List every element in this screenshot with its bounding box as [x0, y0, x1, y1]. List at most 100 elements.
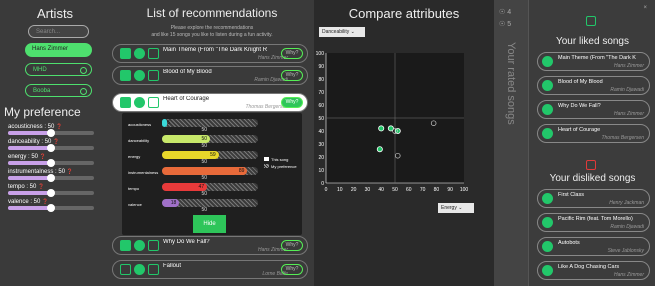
thumbs-down-icon[interactable]: [148, 70, 159, 81]
y-tick-label: 80: [318, 77, 324, 83]
x-tick-label: 40: [378, 187, 384, 193]
play-icon[interactable]: [542, 193, 553, 204]
like-count: ☉ 4: [499, 9, 512, 16]
slider-knob[interactable]: [47, 189, 55, 197]
attribute-bar: 18 50: [162, 199, 258, 213]
info-icon[interactable]: ❓: [56, 124, 62, 130]
recommendation-item[interactable]: Blood of My Blood Ramin Djawadi Why?: [112, 66, 308, 85]
play-icon[interactable]: [542, 80, 553, 91]
attribute-label: instrumentalness: [128, 170, 159, 175]
x-attribute-select[interactable]: Danceability ⌄: [319, 27, 365, 37]
preference-slider[interactable]: instrumentalness : 50 ❓: [8, 169, 102, 182]
why-button[interactable]: Why?: [281, 70, 303, 81]
play-icon[interactable]: [542, 128, 553, 139]
recommendation-item[interactable]: Why Do We Fall? Hans Zimmer Why?: [112, 236, 308, 255]
liked-song[interactable]: Blood of My Blood Ramin Djawadi: [537, 76, 650, 95]
close-icon[interactable]: ×: [643, 5, 647, 11]
attribute-label: tempo: [128, 186, 140, 191]
thumbs-up-icon[interactable]: [120, 70, 131, 81]
slider-knob[interactable]: [47, 159, 55, 167]
liked-song[interactable]: Why Do We Fall? Hans Zimmer: [537, 100, 650, 119]
recommendation-item[interactable]: Heart of Courage Thomas Bergersen Why?: [112, 93, 308, 112]
y-attribute-select[interactable]: Energy ⌄: [438, 203, 474, 213]
y-tick-label: 70: [318, 90, 324, 96]
x-tick-label: 20: [351, 187, 357, 193]
info-icon[interactable]: ❓: [40, 154, 46, 160]
info-icon[interactable]: ❓: [67, 169, 73, 175]
recommendation-item[interactable]: Fallout Lorne Balfe Why?: [112, 260, 308, 279]
chevron-down-icon: ⌄: [458, 205, 463, 211]
slider-knob[interactable]: [47, 204, 55, 212]
thumbs-up-icon: [586, 16, 596, 26]
play-icon[interactable]: [542, 265, 553, 276]
preference-slider[interactable]: tempo : 50 ❓: [8, 184, 102, 197]
attribute-bar: 50 50: [162, 135, 258, 149]
x-tick-label: 100: [460, 187, 469, 193]
play-icon[interactable]: [134, 240, 145, 251]
thumbs-down-icon[interactable]: [148, 264, 159, 275]
preference-slider[interactable]: acousticness : 50 ❓: [8, 124, 102, 137]
thumbs-up-icon[interactable]: [120, 240, 131, 251]
info-icon[interactable]: ❓: [53, 139, 59, 145]
liked-title: Your liked songs: [555, 36, 629, 47]
thumbs-down-icon[interactable]: [148, 48, 159, 59]
disliked-song[interactable]: Pacific Rim (feat. Tom Morello) Ramin Dja…: [537, 213, 650, 232]
attribute-bar: 89 50: [162, 167, 258, 181]
play-icon[interactable]: [134, 264, 145, 275]
play-icon[interactable]: [134, 97, 145, 108]
rated-strip[interactable]: ☉ 4 ☉ 5 Your rated songs: [494, 0, 528, 286]
play-icon[interactable]: [542, 217, 553, 228]
liked-song[interactable]: Heart of Courage Thomas Bergersen: [537, 124, 650, 143]
play-icon[interactable]: [542, 104, 553, 115]
preference-slider[interactable]: energy : 50 ❓: [8, 154, 102, 167]
liked-song[interactable]: Main Theme (From "The Dark K Hans Zimmer: [537, 52, 650, 71]
disliked-song[interactable]: First Class Henry Jackman: [537, 189, 650, 208]
play-icon[interactable]: [542, 241, 553, 252]
slider-knob[interactable]: [47, 144, 55, 152]
recommendations-panel: List of recommendations Please explore t…: [110, 0, 314, 286]
y-tick-label: 40: [318, 129, 324, 135]
artist-search-input[interactable]: Search...: [28, 25, 89, 38]
attribute-label: acousticness: [128, 122, 152, 127]
info-icon[interactable]: ❓: [38, 184, 44, 190]
chevron-down-icon: ⌄: [350, 29, 355, 35]
y-tick-label: 50: [318, 116, 324, 122]
attribute-label: valence: [128, 202, 142, 207]
recommendation-item[interactable]: Main Theme (From "The Dark Knight R Hans …: [112, 44, 308, 63]
artist-chip-mhd[interactable]: MHD: [25, 63, 92, 76]
thumbs-up-icon[interactable]: [120, 48, 131, 59]
thumbs-down-icon[interactable]: [148, 97, 159, 108]
thumbs-up-icon[interactable]: [120, 97, 131, 108]
y-tick-label: 100: [316, 51, 325, 57]
dislike-count: ☉ 5: [499, 21, 512, 28]
disliked-song[interactable]: Autobots Steve Jablonsky: [537, 237, 650, 256]
y-tick-label: 10: [318, 168, 324, 174]
why-button[interactable]: Why?: [281, 240, 303, 251]
why-button[interactable]: Why?: [281, 48, 303, 59]
compare-title: Compare attributes: [348, 6, 460, 21]
attribute-label: danceability: [128, 138, 150, 143]
play-icon[interactable]: [134, 70, 145, 81]
slider-knob[interactable]: [47, 129, 55, 137]
hide-button[interactable]: Hide: [193, 215, 226, 233]
y-tick-label: 90: [318, 64, 324, 70]
remove-icon[interactable]: [80, 67, 87, 74]
remove-icon[interactable]: [80, 88, 87, 95]
slider-knob[interactable]: [47, 174, 55, 182]
x-tick-label: 80: [434, 187, 440, 193]
thumbs-up-icon[interactable]: [120, 264, 131, 275]
legend-song: This song: [264, 157, 288, 162]
artist-chip-booba[interactable]: Booba: [25, 84, 92, 97]
artists-title: Artists: [36, 6, 74, 21]
disliked-song[interactable]: Like A Dog Chasing Cars Hans Zimmer: [537, 261, 650, 280]
preference-slider[interactable]: danceability : 50 ❓: [8, 139, 102, 152]
why-button[interactable]: Why?: [281, 264, 303, 275]
thumbs-down-icon[interactable]: [148, 240, 159, 251]
play-icon[interactable]: [542, 56, 553, 67]
x-tick-label: 0: [325, 187, 328, 193]
attribute-label: energy: [128, 154, 141, 159]
why-button[interactable]: Why?: [281, 97, 303, 108]
preference-slider[interactable]: valence : 50 ❓: [8, 199, 102, 212]
artist-chip-hans-zimmer[interactable]: Hans Zimmer: [25, 43, 92, 57]
play-icon[interactable]: [134, 48, 145, 59]
